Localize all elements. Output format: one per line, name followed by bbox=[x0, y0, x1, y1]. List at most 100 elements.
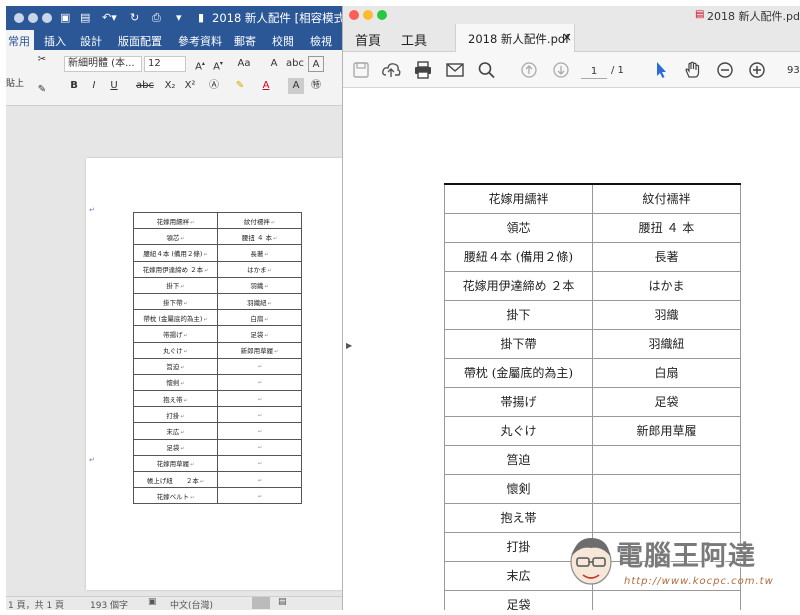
next-page-icon[interactable] bbox=[551, 61, 571, 79]
table-cell-right[interactable] bbox=[592, 502, 741, 533]
table-cell-right[interactable]: 羽織紐 bbox=[592, 328, 741, 359]
search-icon[interactable] bbox=[477, 61, 497, 79]
clear-format-icon[interactable]: A bbox=[266, 56, 282, 72]
table-cell-left[interactable]: 丸ぐけ↵ bbox=[133, 341, 218, 359]
format-painter-icon[interactable]: ✎ bbox=[34, 82, 50, 98]
table-cell-right[interactable]: 長著 bbox=[592, 241, 741, 272]
window-minimize-dot[interactable] bbox=[28, 13, 38, 23]
word-page[interactable]: ↵ 花嫁用繻袢↵ 紋付襦袢↵ 領芯↵ 腰扭 ４ 本↵ 腰紐４本 (備用２條)↵ 長著↵ 花嫁… bbox=[86, 158, 348, 590]
table-cell-left[interactable]: 花嫁ベルト↵ bbox=[133, 487, 218, 505]
table-cell-right[interactable]: 紋付襦袢↵ bbox=[217, 211, 302, 230]
email-icon[interactable] bbox=[445, 61, 465, 79]
table-cell-left[interactable]: 筥迫↵ bbox=[133, 357, 218, 375]
proofing-icon[interactable]: ▣ bbox=[148, 597, 157, 607]
table-cell-right[interactable]: 足袋 bbox=[592, 386, 741, 417]
customize-toolbar-icon[interactable]: ▾ bbox=[176, 11, 182, 25]
table-cell-left[interactable]: 領芯↵ bbox=[133, 228, 218, 246]
print-layout-icon[interactable] bbox=[252, 597, 270, 609]
table-cell-left[interactable]: 帶枕 (金屬底的為主) bbox=[444, 357, 593, 388]
bold-icon[interactable]: B bbox=[66, 78, 82, 94]
table-cell-left[interactable]: 掛下↵ bbox=[133, 276, 218, 294]
web-layout-icon[interactable]: ▤ bbox=[278, 597, 287, 607]
table-cell-left[interactable]: 領芯 bbox=[444, 212, 593, 243]
window-zoom-dot[interactable] bbox=[42, 13, 52, 23]
table-cell-left[interactable]: 丸ぐけ bbox=[444, 415, 593, 446]
table-cell-right[interactable]: 足袋↵ bbox=[217, 325, 302, 343]
window-zoom-button[interactable] bbox=[377, 10, 387, 20]
table-cell-left[interactable]: 抱え帯 bbox=[444, 502, 593, 533]
sidebar-icon[interactable]: ▣ bbox=[60, 11, 70, 25]
table-cell-right[interactable]: 新郎用草履↵ bbox=[217, 341, 302, 359]
status-page-count[interactable]: 1 頁，共 1 頁 bbox=[8, 598, 64, 610]
phonetic-guide-icon[interactable]: abc bbox=[286, 56, 304, 72]
table-cell-right[interactable]: 紋付襦袢 bbox=[592, 183, 741, 214]
table-cell-left[interactable]: 打掛↵ bbox=[133, 406, 218, 424]
table-cell-left[interactable]: 掛下 bbox=[444, 299, 593, 330]
table-cell-right[interactable]: ↵ bbox=[217, 390, 302, 408]
status-language[interactable]: 中文(台灣) bbox=[170, 598, 213, 610]
status-word-count[interactable]: 193 個字 bbox=[90, 598, 128, 610]
superscript-icon[interactable]: X² bbox=[182, 78, 198, 94]
save-icon[interactable]: ▤ bbox=[80, 11, 90, 25]
word-table[interactable]: 花嫁用繻袢↵ 紋付襦袢↵ 領芯↵ 腰扭 ４ 本↵ 腰紐４本 (備用２條)↵ 長著↵ 花嫁用伊… bbox=[133, 211, 302, 505]
table-cell-left[interactable]: 末広↵ bbox=[133, 422, 218, 440]
italic-icon[interactable]: I bbox=[86, 78, 102, 94]
table-cell-right[interactable]: 新郎用草履 bbox=[592, 415, 741, 446]
zoom-in-icon[interactable] bbox=[747, 61, 767, 79]
hand-tool-icon[interactable] bbox=[683, 61, 703, 79]
table-cell-right[interactable]: ↵ bbox=[217, 373, 302, 392]
print-icon[interactable] bbox=[413, 61, 433, 79]
table-cell-left[interactable]: 花嫁用繻袢 bbox=[444, 183, 593, 214]
change-case-icon[interactable]: Aa bbox=[236, 56, 252, 72]
table-cell-left[interactable]: 掛下帶↵ bbox=[133, 292, 218, 311]
table-cell-right[interactable]: ↵ bbox=[217, 438, 302, 456]
window-close-button[interactable] bbox=[349, 10, 359, 20]
table-cell-left[interactable]: 花嫁用伊達締め ２本↵ bbox=[133, 260, 218, 278]
table-cell-right[interactable]: 腰扭 ４ 本 bbox=[592, 212, 741, 243]
upload-cloud-icon[interactable] bbox=[381, 61, 401, 79]
char-border-icon[interactable]: A bbox=[308, 56, 324, 72]
table-cell-left[interactable]: 掛下帶 bbox=[444, 328, 593, 359]
font-name-select[interactable]: 新細明體 (本... bbox=[64, 56, 142, 72]
nav-tools[interactable]: 工具 bbox=[401, 30, 427, 49]
grow-font-icon[interactable]: A▴ bbox=[192, 56, 208, 72]
table-cell-right[interactable]: 羽織紐↵ bbox=[217, 292, 302, 311]
pdf-document-tab[interactable]: 2018 新人配件.pdf × bbox=[455, 24, 575, 52]
tab-insert[interactable]: 插入 bbox=[44, 33, 66, 49]
zoom-level[interactable]: 93 bbox=[787, 65, 800, 76]
strikethrough-icon[interactable]: abc bbox=[134, 78, 156, 94]
close-tab-icon[interactable]: × bbox=[562, 30, 572, 44]
select-cursor-icon[interactable] bbox=[651, 61, 671, 79]
table-cell-right[interactable]: ↵ bbox=[217, 487, 302, 505]
table-cell-right[interactable]: 長著↵ bbox=[217, 244, 302, 262]
window-close-dot[interactable] bbox=[14, 13, 24, 23]
enclose-char-icon[interactable]: ㊕ bbox=[308, 78, 324, 94]
font-color-icon[interactable]: A bbox=[258, 78, 274, 94]
tab-view[interactable]: 檢視 bbox=[310, 33, 332, 49]
table-cell-left[interactable]: 花嫁用繻袢↵ bbox=[133, 211, 218, 230]
page-number-input[interactable] bbox=[581, 65, 607, 79]
subscript-icon[interactable]: X₂ bbox=[162, 78, 178, 94]
table-cell-left[interactable]: 懷剣 bbox=[444, 473, 593, 504]
table-cell-right[interactable]: 羽織 bbox=[592, 299, 741, 330]
table-cell-right[interactable]: 腰扭 ４ 本↵ bbox=[217, 228, 302, 246]
font-size-select[interactable]: 12 bbox=[144, 56, 186, 72]
save-icon[interactable] bbox=[351, 61, 371, 79]
highlight-icon[interactable]: ✎ bbox=[232, 78, 248, 94]
tab-review[interactable]: 校閱 bbox=[272, 33, 294, 49]
table-cell-right[interactable] bbox=[592, 444, 741, 475]
table-cell-right[interactable]: 羽織↵ bbox=[217, 276, 302, 294]
prev-page-icon[interactable] bbox=[519, 61, 539, 79]
table-cell-right[interactable]: 白扇↵ bbox=[217, 309, 302, 327]
nav-home[interactable]: 首頁 bbox=[355, 30, 381, 49]
table-cell-right[interactable]: ↵ bbox=[217, 422, 302, 440]
table-cell-right[interactable]: ↵ bbox=[217, 454, 302, 473]
tab-design[interactable]: 設計 bbox=[80, 33, 102, 49]
table-cell-right[interactable]: 白扇 bbox=[592, 357, 741, 388]
table-cell-left[interactable]: 花嫁用草履↵ bbox=[133, 454, 218, 473]
table-cell-right[interactable]: ↵ bbox=[217, 406, 302, 424]
table-cell-left[interactable]: 筥迫 bbox=[444, 444, 593, 475]
tab-references[interactable]: 參考資料 bbox=[178, 33, 222, 49]
zoom-out-icon[interactable] bbox=[715, 61, 735, 79]
shrink-font-icon[interactable]: A▾ bbox=[210, 56, 226, 72]
